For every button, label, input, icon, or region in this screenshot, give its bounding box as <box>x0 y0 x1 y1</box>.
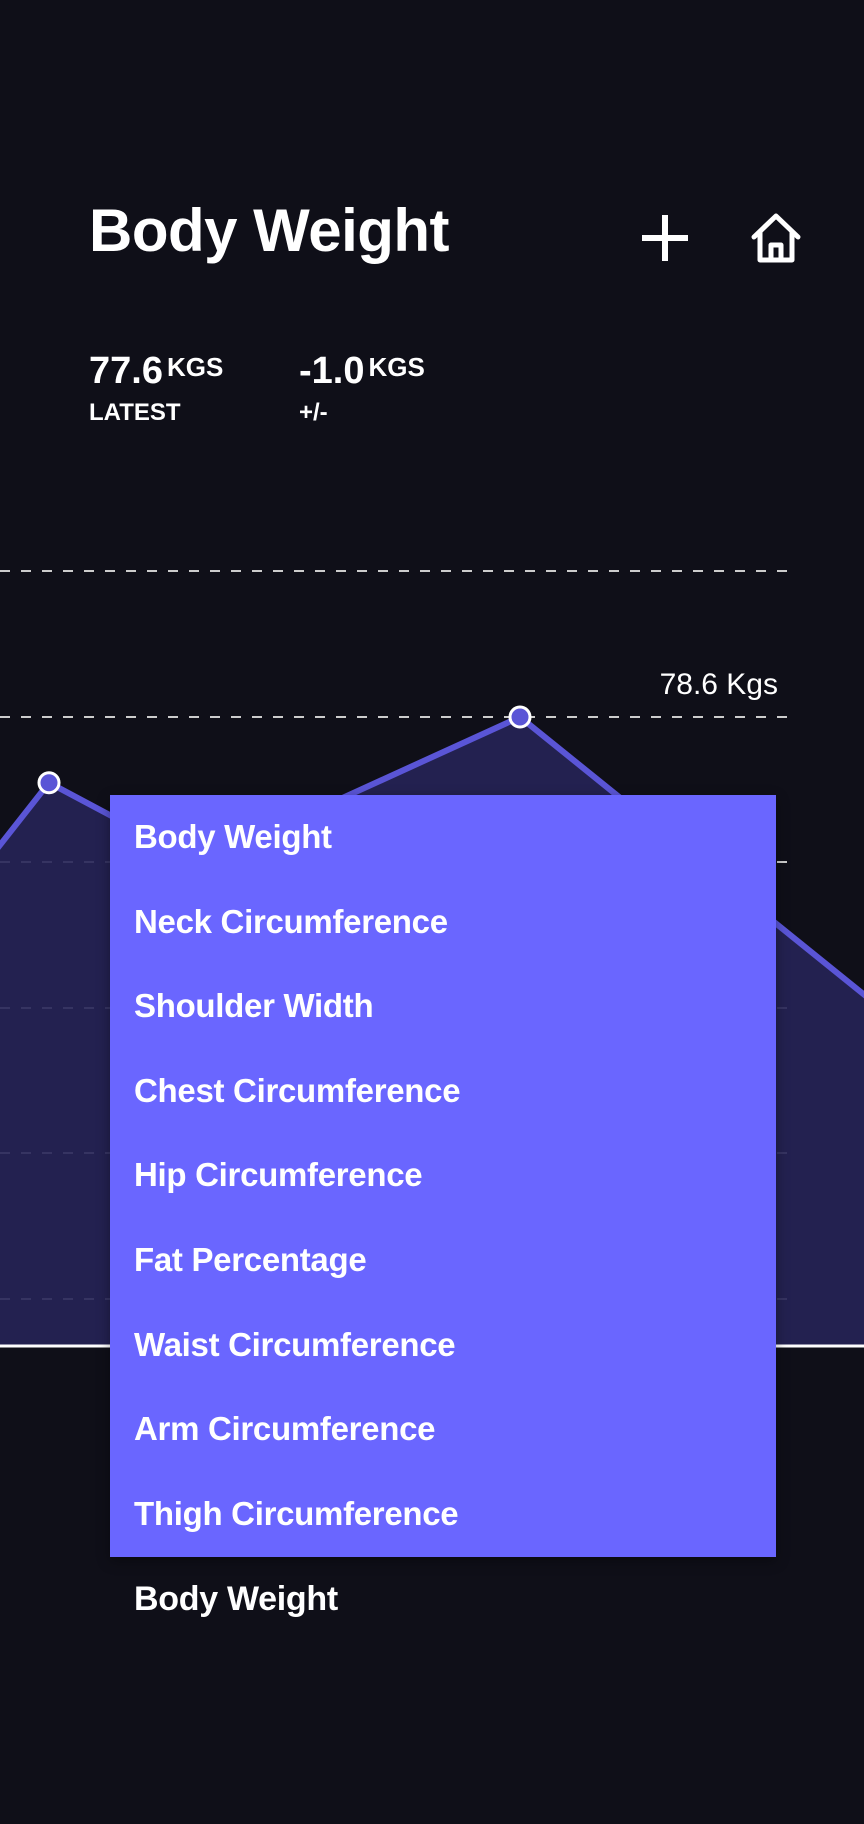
menu-item[interactable]: Fat Percentage <box>110 1218 776 1303</box>
metric-dropdown-menu: Body Weight Neck Circumference Shoulder Wi… <box>110 795 776 1557</box>
menu-item[interactable]: Thigh Circumference <box>110 1472 776 1557</box>
latest-stat: 77.6 KGS LATEST <box>89 350 223 427</box>
menu-item[interactable]: Neck Circumference <box>110 880 776 965</box>
latest-label: LATEST <box>89 399 181 426</box>
menu-item[interactable]: Shoulder Width <box>110 964 776 1049</box>
change-stat: -1.0 KGS +/- <box>299 350 425 427</box>
home-icon <box>751 213 801 263</box>
menu-item[interactable]: Hip Circumference <box>110 1133 776 1218</box>
menu-item[interactable]: Chest Circumference <box>110 1049 776 1134</box>
metric-select[interactable]: Body Weight <box>134 1580 338 1619</box>
menu-item[interactable]: Arm Circumference <box>110 1387 776 1472</box>
latest-value: 77.6 <box>89 350 163 392</box>
latest-unit: KGS <box>166 352 224 382</box>
change-label: +/- <box>299 399 328 426</box>
change-unit: KGS <box>368 352 425 382</box>
home-button[interactable] <box>736 198 816 278</box>
menu-item[interactable]: Body Weight <box>110 795 776 880</box>
plus-icon <box>642 215 688 261</box>
menu-item[interactable]: Waist Circumference <box>110 1303 776 1388</box>
change-value: -1.0 <box>299 350 365 392</box>
data-point[interactable] <box>508 705 532 729</box>
page-title: Body Weight <box>89 197 450 264</box>
add-button[interactable] <box>625 198 705 278</box>
data-point[interactable] <box>37 771 61 795</box>
max-value-label: 78.6 Kgs <box>660 668 778 701</box>
